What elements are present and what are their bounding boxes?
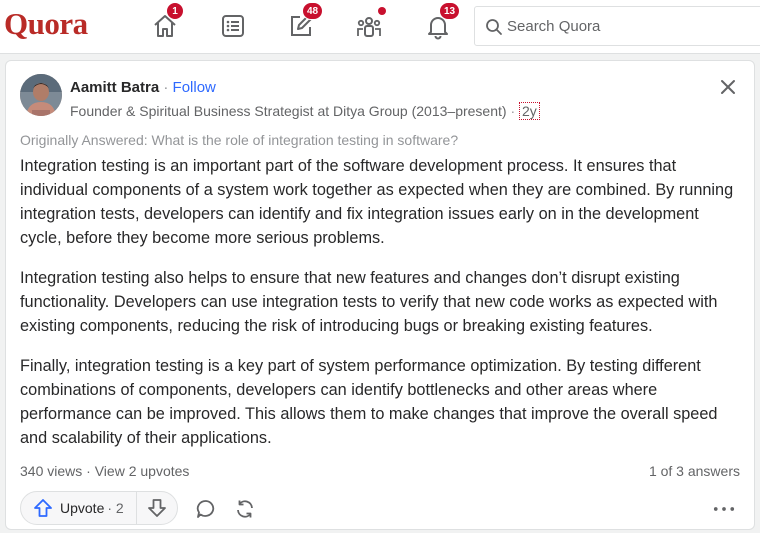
home-badge: 1 [166,2,184,20]
author-line: Aamitt Batra · Follow [70,79,216,96]
author-credential: Founder & Spiritual Business Strategist … [70,103,507,119]
search-input[interactable] [507,16,757,36]
follow-link[interactable]: Follow [173,79,216,96]
ellipsis-icon [713,507,735,511]
notifications-badge: 13 [439,2,461,20]
downvote-arrow-icon [147,499,166,517]
avatar[interactable] [20,74,62,116]
upvote-label: Upvote [60,500,105,516]
search-icon [486,19,502,35]
originally-answered-question[interactable]: Originally Answered: What is the role of… [20,132,458,148]
answer-paragraph: Integration testing also helps to ensure… [20,269,718,335]
answer-card: Aamitt Batra · Follow Founder & Spiritua… [5,60,755,530]
upvote-count: · 2 [107,500,124,516]
vote-group: Upvote · 2 [20,491,178,525]
view-count: 340 views [20,463,83,479]
separator-dot: · [510,103,516,119]
following-nav-button[interactable] [216,9,250,43]
close-icon[interactable] [718,77,738,97]
answer-nav-button[interactable]: 48 [284,2,324,43]
downvote-button[interactable] [137,492,177,524]
view-upvotes-link[interactable]: View 2 upvotes [95,463,190,479]
answer-badge: 48 [302,2,324,20]
share-reshare-icon[interactable] [233,497,257,521]
answer-body: Integration testing is an important part… [20,154,744,466]
author-photo [20,74,62,116]
credential-line: Founder & Spiritual Business Strategist … [70,102,540,120]
quora-logo[interactable]: Quora [4,6,88,42]
answer-position: 1 of 3 answers [648,463,740,479]
list-icon [222,15,244,37]
more-options-button[interactable] [709,497,739,521]
spaces-nav-button[interactable] [352,7,386,43]
comment-icon[interactable] [194,497,218,521]
answer-stats: 340 views · View 2 upvotes [20,463,189,479]
people-group-icon [357,17,381,37]
answer-paragraph: Finally, integration testing is a key pa… [20,357,718,447]
top-nav-bar: Quora 1 48 13 Search Quora [0,0,760,54]
upvote-arrow-icon [34,499,52,517]
answer-age-link[interactable]: 2y [519,102,540,120]
author-name[interactable]: Aamitt Batra [70,79,159,96]
notifications-nav-button[interactable]: 13 [421,2,461,43]
home-nav-button[interactable]: 1 [148,2,184,43]
search-box[interactable] [474,6,760,46]
upvote-button[interactable]: Upvote · 2 [21,492,137,524]
answer-paragraph: Integration testing is an important part… [20,157,734,247]
separator-dot: · [163,79,169,96]
separator-dot: · [86,463,91,479]
spaces-notification-dot [378,7,386,15]
